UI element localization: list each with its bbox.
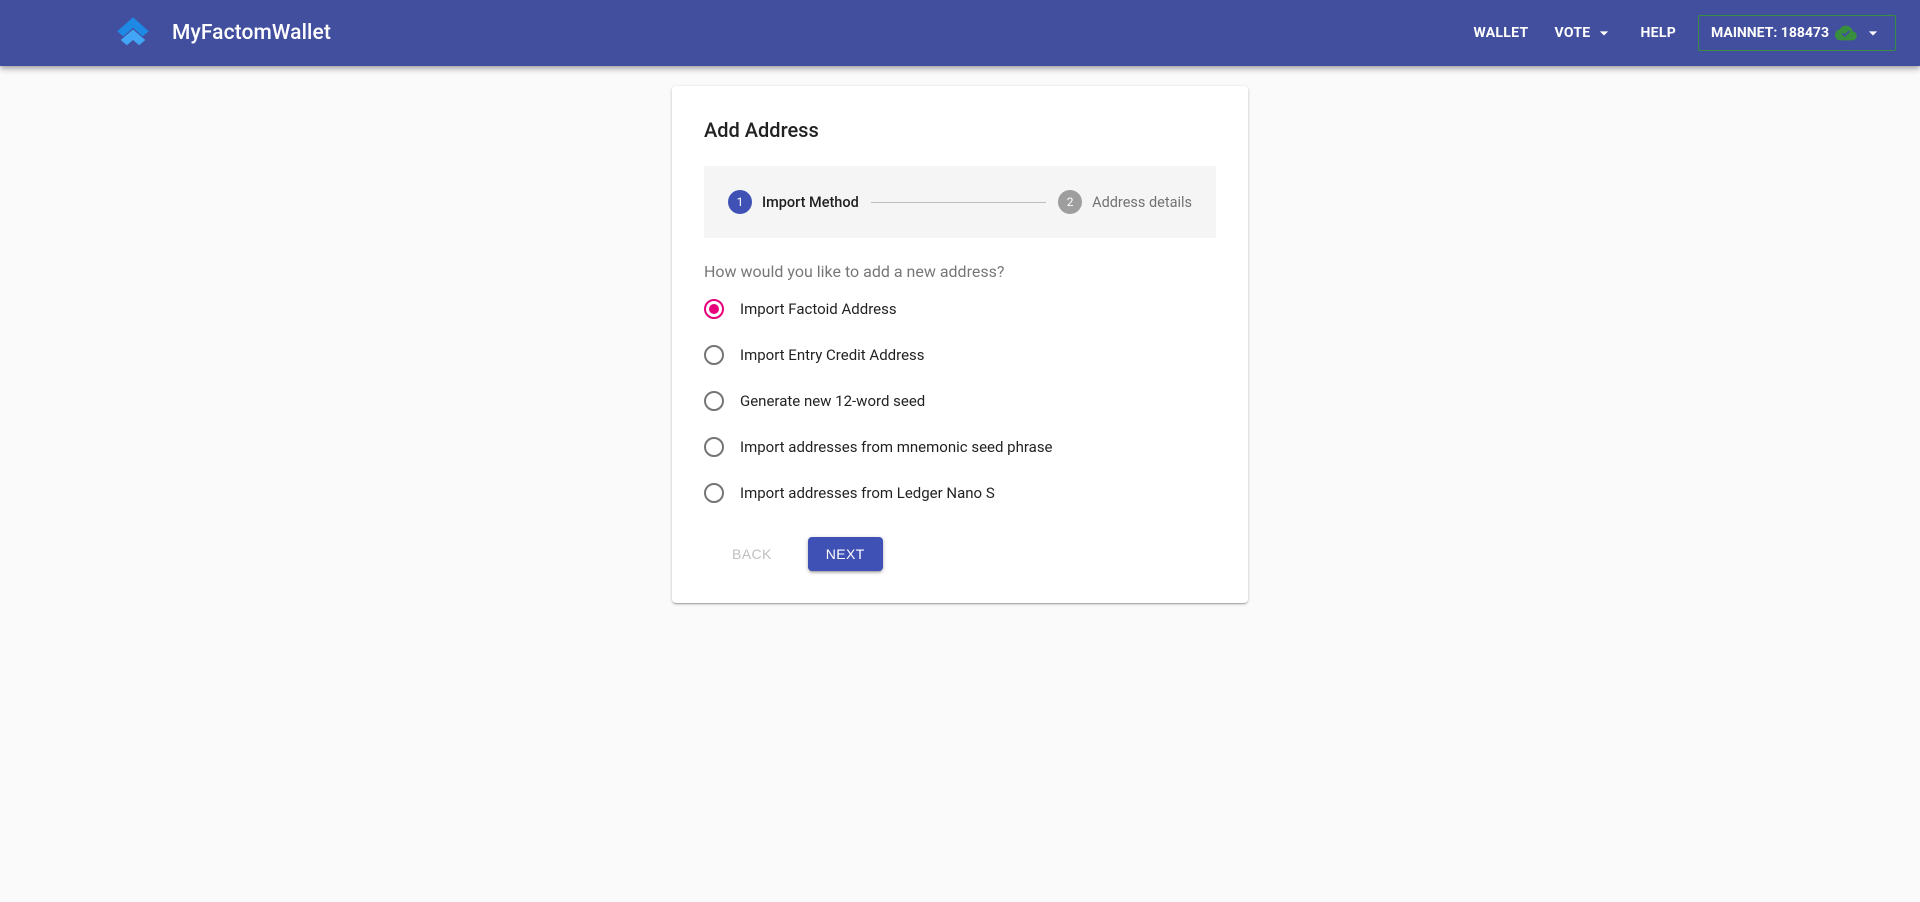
back-button[interactable]: Back <box>714 537 790 571</box>
step-label: Import Method <box>762 194 859 211</box>
top-nav: Wallet Vote Help Mainnet: 188473 <box>1469 15 1896 51</box>
radio-icon <box>704 345 724 365</box>
next-button[interactable]: Next <box>808 537 883 571</box>
prompt-text: How would you like to add a new address? <box>704 262 1216 281</box>
nav-help-label: Help <box>1640 25 1676 41</box>
step-address-details: 2 Address details <box>1058 190 1192 214</box>
radio-option[interactable]: Import Factoid Address <box>704 299 1216 319</box>
step-number: 2 <box>1058 190 1082 214</box>
logo-link[interactable]: MyFactomWallet <box>112 12 331 54</box>
main-content: Add Address 1 Import Method 2 Address de… <box>0 86 1920 603</box>
step-import-method: 1 Import Method <box>728 190 859 214</box>
radio-icon <box>704 437 724 457</box>
nav-vote-label: Vote <box>1554 25 1590 41</box>
radio-icon <box>704 483 724 503</box>
step-label: Address details <box>1092 194 1192 211</box>
import-method-radio-group: Import Factoid Address Import Entry Credi… <box>704 299 1216 503</box>
step-connector <box>871 202 1046 203</box>
radio-icon <box>704 391 724 411</box>
stepper: 1 Import Method 2 Address details <box>704 166 1216 238</box>
radio-icon <box>704 299 724 319</box>
add-address-card: Add Address 1 Import Method 2 Address de… <box>672 86 1248 603</box>
app-title: MyFactomWallet <box>172 21 331 45</box>
app-header: MyFactomWallet Wallet Vote Help Mainnet:… <box>0 0 1920 66</box>
chevron-down-icon <box>1594 23 1614 43</box>
radio-option[interactable]: Import addresses from Ledger Nano S <box>704 483 1216 503</box>
radio-label: Generate new 12-word seed <box>740 392 925 410</box>
chevron-down-icon <box>1863 23 1883 43</box>
nav-wallet-label: Wallet <box>1473 25 1528 41</box>
step-number: 1 <box>728 190 752 214</box>
radio-label: Import addresses from mnemonic seed phra… <box>740 438 1053 456</box>
radio-option[interactable]: Generate new 12-word seed <box>704 391 1216 411</box>
nav-wallet[interactable]: Wallet <box>1469 19 1532 47</box>
nav-help[interactable]: Help <box>1636 19 1680 47</box>
radio-option[interactable]: Import Entry Credit Address <box>704 345 1216 365</box>
nav-vote[interactable]: Vote <box>1550 17 1618 49</box>
logo-icon <box>112 12 154 54</box>
cloud-done-icon <box>1835 22 1857 44</box>
radio-label: Import Entry Credit Address <box>740 346 925 364</box>
wizard-actions: Back Next <box>704 537 1216 571</box>
network-selector[interactable]: Mainnet: 188473 <box>1698 15 1896 51</box>
radio-option[interactable]: Import addresses from mnemonic seed phra… <box>704 437 1216 457</box>
network-label: Mainnet: 188473 <box>1711 25 1829 41</box>
radio-label: Import addresses from Ledger Nano S <box>740 484 995 502</box>
radio-label: Import Factoid Address <box>740 300 897 318</box>
card-title: Add Address <box>704 118 1216 142</box>
